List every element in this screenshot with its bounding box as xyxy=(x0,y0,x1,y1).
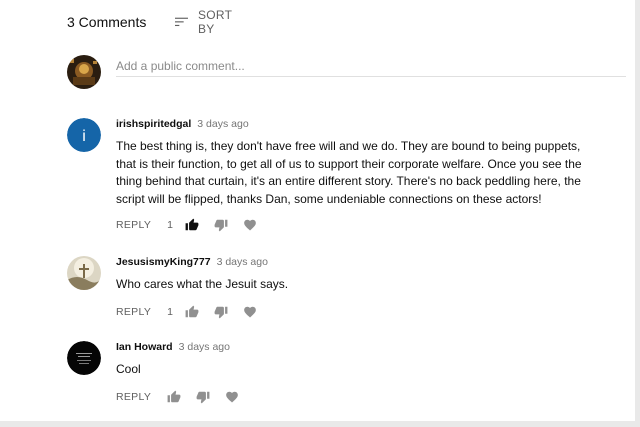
comment-body: irishspiritedgal 3 days ago The best thi… xyxy=(116,118,586,234)
heart-icon[interactable] xyxy=(243,218,257,232)
comment-actions: REPLY 1 xyxy=(116,216,586,234)
comment-item: Ian Howard 3 days ago Cool REPLY xyxy=(67,341,238,403)
sort-by-button[interactable]: SORT BY xyxy=(175,8,237,36)
reply-button[interactable]: REPLY xyxy=(116,219,151,231)
thumbs-up-icon[interactable] xyxy=(185,305,199,319)
comment-actions: REPLY xyxy=(116,388,586,406)
scrollbar-track[interactable] xyxy=(635,0,640,427)
thumbs-down-icon[interactable] xyxy=(196,390,210,404)
thumbs-down-icon[interactable] xyxy=(214,218,228,232)
reply-button[interactable]: REPLY xyxy=(116,391,151,403)
comment-text: Cool xyxy=(116,362,141,376)
comment-author-name[interactable]: irishspiritedgal xyxy=(116,118,191,130)
comment-author-avatar[interactable] xyxy=(67,341,101,375)
comment-item: JesusismyKing777 3 days ago Who cares wh… xyxy=(67,256,288,318)
like-count: 1 xyxy=(167,219,173,231)
comment-composer xyxy=(67,55,626,89)
like-count: 1 xyxy=(167,305,173,318)
comment-actions: REPLY 1 xyxy=(116,303,586,321)
comments-header: 3 Comments SORT BY xyxy=(67,8,232,36)
comment-count: 3 Comments xyxy=(67,14,147,30)
reply-button[interactable]: REPLY xyxy=(116,306,151,318)
comment-item: i irishspiritedgal 3 days ago The best t… xyxy=(67,118,582,232)
svg-text:i: i xyxy=(82,128,86,145)
comment-author-avatar[interactable] xyxy=(67,256,101,290)
page-bottom-border xyxy=(0,421,640,427)
thumbs-up-icon[interactable] xyxy=(185,218,199,232)
add-comment-input[interactable] xyxy=(116,55,626,77)
current-user-avatar[interactable] xyxy=(67,55,101,89)
sort-by-label: SORT BY xyxy=(197,8,233,36)
comment-author-name[interactable]: JesusismyKing777 xyxy=(116,256,211,268)
comment-text: The best thing is, they don't have free … xyxy=(116,139,582,206)
comment-body: Ian Howard 3 days ago Cool REPLY xyxy=(116,341,586,406)
comment-body: JesusismyKing777 3 days ago Who cares wh… xyxy=(116,256,586,321)
comment-author-avatar[interactable]: i xyxy=(67,118,101,152)
comment-text: Who cares what the Jesuit says. xyxy=(116,277,289,291)
comment-timestamp[interactable]: 3 days ago xyxy=(197,118,248,130)
thumbs-down-icon[interactable] xyxy=(214,305,228,319)
comment-timestamp[interactable]: 3 days ago xyxy=(217,256,268,268)
comment-author-name[interactable]: Ian Howard xyxy=(116,341,173,353)
heart-icon[interactable] xyxy=(243,305,257,319)
heart-icon[interactable] xyxy=(225,390,239,404)
thumbs-up-icon[interactable] xyxy=(167,390,181,404)
sort-lines-icon xyxy=(175,17,188,27)
comment-timestamp[interactable]: 3 days ago xyxy=(179,341,230,353)
